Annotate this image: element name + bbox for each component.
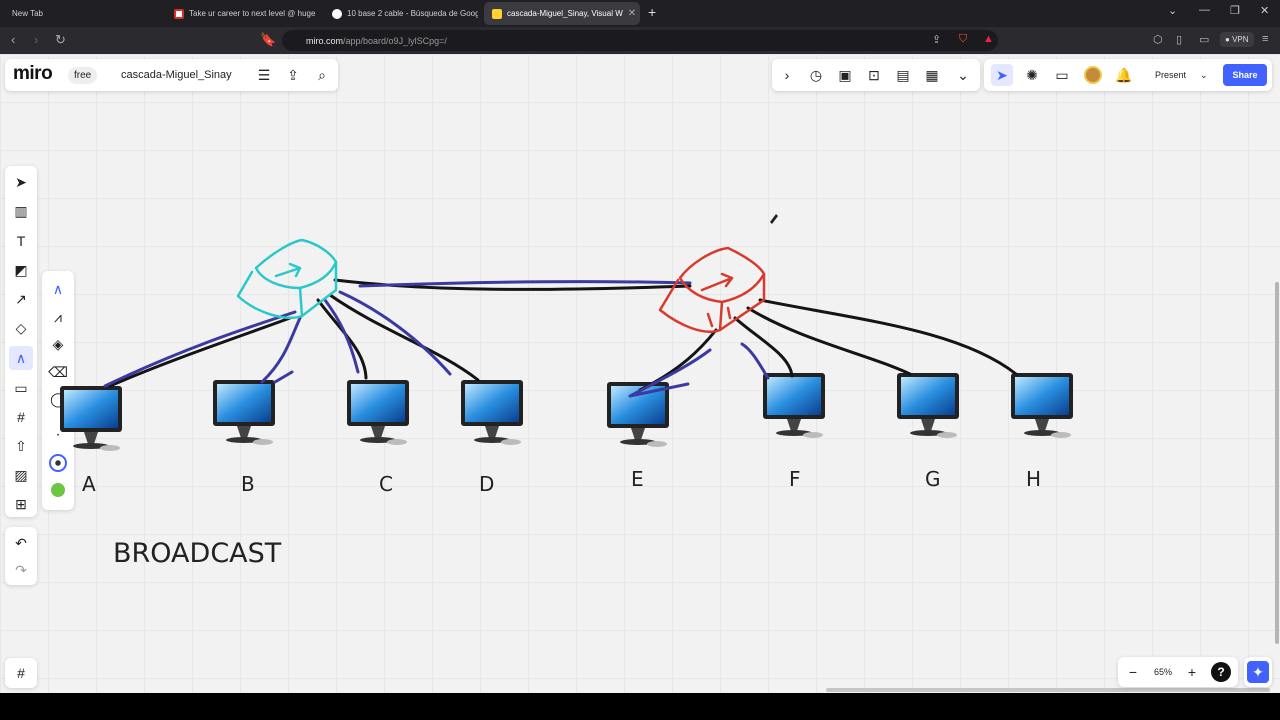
frames-panel-button[interactable]: #: [5, 658, 37, 688]
tab-search-chevron-icon[interactable]: ⌄: [1168, 4, 1177, 17]
bookmark-icon[interactable]: 🔖: [260, 32, 276, 48]
back-icon[interactable]: ‹: [11, 32, 15, 47]
new-tab-plus-icon[interactable]: +: [648, 4, 656, 20]
sparkle-icon: ✦: [1247, 661, 1269, 683]
zoom-out-icon[interactable]: −: [1122, 661, 1144, 683]
tab-title: New Tab: [12, 9, 43, 18]
tab-miro-board[interactable]: cascada-Miguel_Sinay, Visual W ✕: [484, 2, 640, 25]
black-cables: [108, 278, 1018, 392]
vpn-button[interactable]: ● VPN: [1220, 32, 1254, 47]
network-drawing: [60, 214, 1073, 451]
brave-shield-icon[interactable]: ⛉: [959, 33, 967, 46]
computer-label-e: E: [631, 467, 644, 491]
restore-icon[interactable]: ❐: [1230, 4, 1240, 17]
close-tab-icon[interactable]: ✕: [628, 8, 636, 19]
close-window-icon[interactable]: ✕: [1260, 4, 1269, 17]
miro-board-canvas[interactable]: miro free cascada-Miguel_Sinay ☰ ⇪ ⌕ › ◷…: [0, 54, 1280, 693]
computer-label-h: H: [1026, 467, 1042, 491]
help-button[interactable]: ?: [1210, 661, 1232, 683]
forward-icon[interactable]: ›: [34, 32, 38, 47]
url-field[interactable]: miro.com/app/board/o9J_lylSCpg=/: [282, 30, 998, 51]
pen-cursor-icon: [770, 214, 778, 224]
computer-h: [1011, 373, 1073, 438]
vertical-scrollbar[interactable]: [1275, 282, 1279, 644]
wallet-icon[interactable]: ▭: [1199, 33, 1209, 46]
zoom-in-icon[interactable]: +: [1181, 661, 1203, 683]
broadcast-caption: BROADCAST: [113, 538, 282, 569]
zoom-level[interactable]: 65%: [1154, 667, 1172, 677]
computer-g: [897, 373, 959, 438]
computer-label-a: A: [82, 472, 96, 496]
computer-label-f: F: [789, 467, 801, 491]
frames-icon: #: [17, 665, 25, 681]
google-icon: [332, 8, 342, 19]
computer-label-d: D: [479, 472, 495, 496]
extensions-icon[interactable]: ⬡: [1153, 33, 1163, 46]
share-page-icon[interactable]: ⇪: [932, 33, 941, 46]
menu-icon[interactable]: ≡: [1262, 33, 1268, 45]
taskbar-strip: [0, 693, 1280, 720]
ai-assist-button[interactable]: ✦: [1244, 657, 1272, 687]
gmail-icon: [174, 8, 184, 19]
url-host: miro.com: [306, 35, 344, 46]
tab-gmail[interactable]: Take ur career to next level @ huge: [166, 2, 320, 25]
reload-icon[interactable]: ↻: [55, 32, 66, 48]
brave-rewards-icon[interactable]: ▲: [983, 33, 994, 45]
computer-c: [347, 380, 409, 445]
vpn-label: VPN: [1232, 35, 1249, 44]
blue-cables: [103, 280, 770, 398]
sidebar-icon[interactable]: ▯: [1176, 33, 1182, 46]
url-path: /app/board/o9J_lylSCpg=/: [343, 35, 447, 46]
computer-a: [60, 386, 122, 451]
computer-f: [763, 373, 825, 438]
switch-right-sketch: [658, 246, 766, 333]
zoom-controls: − 65% + ?: [1118, 657, 1238, 687]
tab-title: cascada-Miguel_Sinay, Visual W: [507, 9, 623, 18]
tab-google-search[interactable]: 10 base 2 cable - Búsqueda de Goog: [324, 2, 478, 25]
computer-label-b: B: [241, 472, 255, 496]
tab-title: 10 base 2 cable - Búsqueda de Goog: [347, 9, 478, 18]
help-icon: ?: [1211, 662, 1231, 682]
miro-icon: [492, 8, 502, 19]
horizontal-scrollbar[interactable]: [826, 688, 1270, 692]
computer-label-c: C: [379, 472, 393, 496]
browser-address-bar: ‹ › ↻ 🔖 miro.com/app/board/o9J_lylSCpg=/…: [0, 27, 1280, 54]
computer-d: [461, 380, 523, 445]
minimize-icon[interactable]: —: [1199, 4, 1210, 16]
browser-tab-bar: New Tab Take ur career to next level @ h…: [0, 0, 1280, 27]
tab-new-tab[interactable]: New Tab: [4, 2, 164, 25]
computer-label-g: G: [925, 467, 941, 491]
computer-b: [213, 380, 275, 445]
tab-title: Take ur career to next level @ huge: [189, 9, 316, 18]
